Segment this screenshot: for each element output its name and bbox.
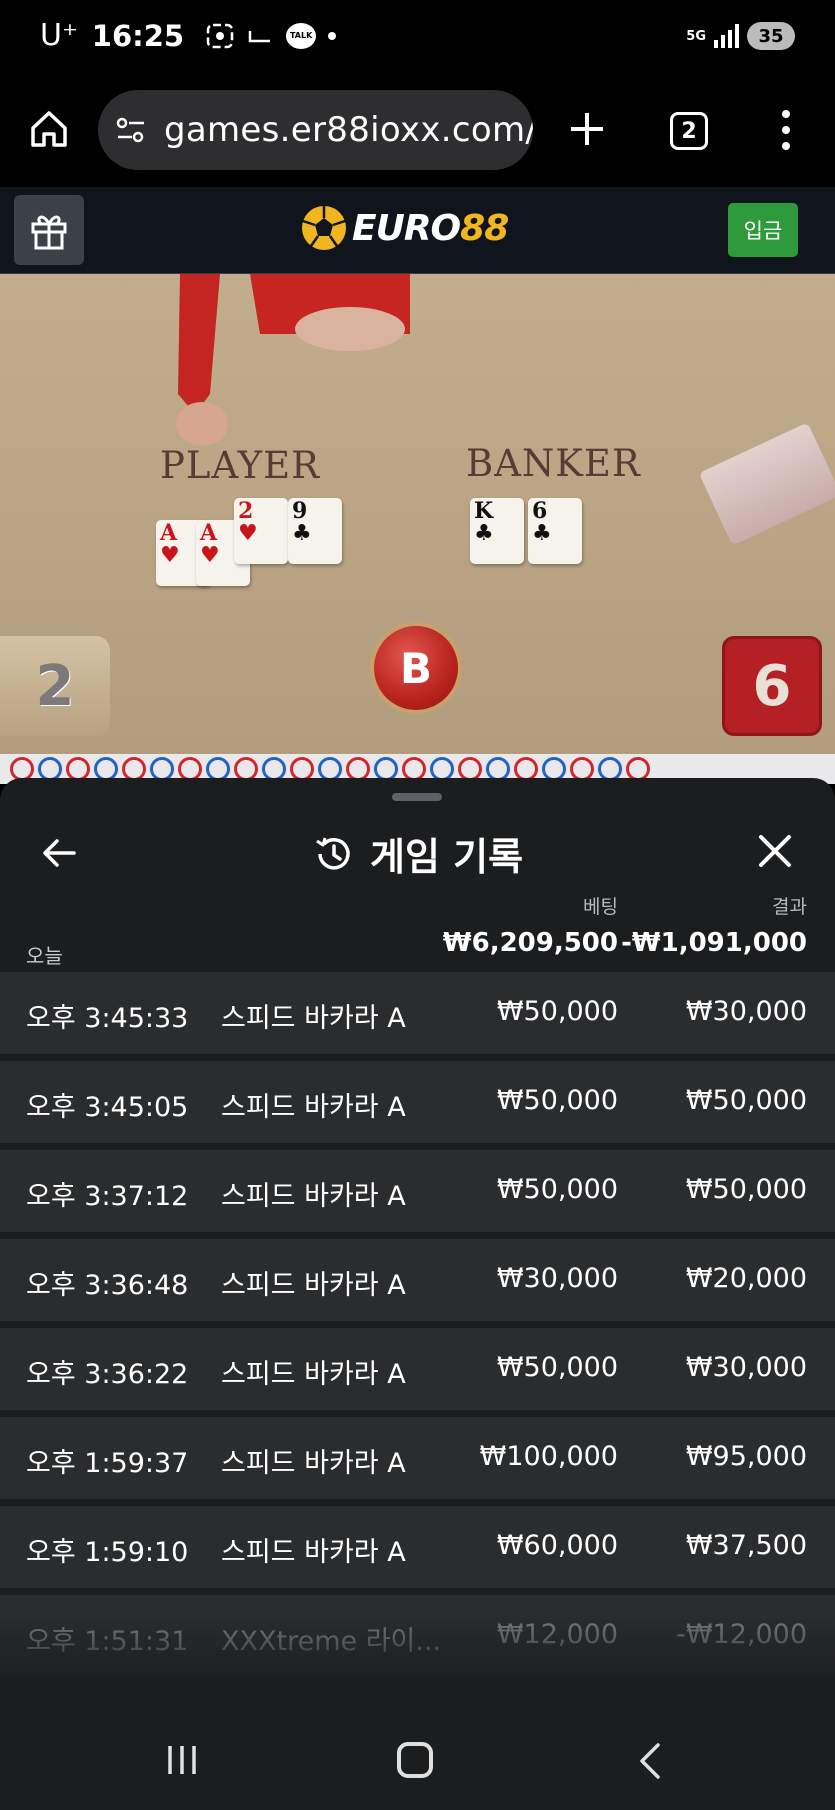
site-header: EURO88 입금 xyxy=(0,187,835,274)
recent-apps-icon[interactable] xyxy=(164,1744,200,1776)
address-bar[interactable]: games.er88ioxx.com/ xyxy=(98,90,533,170)
minus-icon xyxy=(248,30,271,42)
banker-area-label: BANKER xyxy=(466,442,641,485)
row-game-name: 스피드 바카라 A xyxy=(221,1181,406,1212)
row-game-name: 스피드 바카라 A xyxy=(221,1359,406,1390)
site-settings-icon[interactable] xyxy=(114,113,148,147)
browser-toolbar: games.er88ioxx.com/ 2 xyxy=(0,80,835,187)
history-row[interactable]: 오후 3:36:22 스피드 바카라 A ₩50,000 ₩30,000 xyxy=(0,1328,835,1410)
game-history-sheet: 게임 기록 베팅 결과 오늘 ₩6,209,500 -₩1,091,000 오후… xyxy=(0,778,835,1714)
card-rank: 6 xyxy=(532,498,548,524)
row-result-amount: ₩30,000 xyxy=(685,996,807,1027)
row-result-amount: ₩30,000 xyxy=(685,1352,807,1383)
column-header-bet: 베팅 xyxy=(583,896,618,918)
today-summary-row: 오늘 ₩6,209,500 -₩1,091,000 xyxy=(0,920,835,970)
row-bet-amount: ₩50,000 xyxy=(496,996,618,1027)
row-time: 오후 3:45:05 xyxy=(26,1092,189,1123)
row-result-amount: ₩50,000 xyxy=(685,1085,807,1116)
euro88-logo[interactable]: EURO88 xyxy=(300,201,509,255)
row-time: 오후 1:59:10 xyxy=(26,1537,189,1568)
live-game-video[interactable]: PLAYER BANKER A ♥ A ♥ 2 ♥ 9 ♣ K ♣ 6 ♣ 2 B 6 xyxy=(0,274,835,784)
history-row[interactable]: 오후 3:45:05 스피드 바카라 A ₩50,000 ₩50,000 xyxy=(0,1061,835,1143)
carrier-label: U⁺ xyxy=(40,18,78,53)
soccer-ball-icon xyxy=(302,206,346,250)
deposit-button[interactable]: 입금 xyxy=(728,203,798,257)
kakaotalk-icon: TALK xyxy=(286,22,317,49)
sheet-title: 게임 기록 xyxy=(370,835,524,879)
banker-result-marker: B xyxy=(370,622,462,714)
history-icon xyxy=(316,837,350,870)
card-rank: 9 xyxy=(292,498,308,524)
player-card: 9 ♣ xyxy=(288,498,342,564)
row-game-name: 스피드 바카라 A xyxy=(221,1003,406,1034)
card-suit: ♣ xyxy=(532,520,552,546)
logo-text-euro: EURO xyxy=(352,207,461,249)
row-game-name: 스피드 바카라 A xyxy=(221,1270,406,1301)
tab-switcher-button[interactable]: 2 xyxy=(670,112,708,150)
system-navigation-bar xyxy=(0,1714,835,1810)
sheet-drag-handle[interactable] xyxy=(392,793,442,801)
row-result-amount: ₩20,000 xyxy=(685,1263,807,1294)
logo-text-88: 88 xyxy=(460,207,509,249)
signal-icon xyxy=(714,24,739,48)
sheet-header: 게임 기록 xyxy=(0,812,835,896)
row-result-amount: ₩50,000 xyxy=(685,1174,807,1205)
more-menu-icon[interactable] xyxy=(774,110,798,150)
home-icon[interactable] xyxy=(28,108,70,150)
row-bet-amount: ₩50,000 xyxy=(496,1352,618,1383)
back-nav-icon[interactable] xyxy=(634,1742,666,1780)
status-bar: U⁺ 16:25 TALK 5G 35 xyxy=(0,0,835,80)
row-time: 오후 3:45:33 xyxy=(26,1003,189,1034)
row-game-name: 스피드 바카라 A xyxy=(221,1448,406,1479)
screenshot-icon xyxy=(206,23,234,48)
row-time: 오후 1:59:37 xyxy=(26,1448,189,1479)
card-rank: 2 xyxy=(238,498,254,524)
player-area-label: PLAYER xyxy=(160,444,320,487)
banker-card: 6 ♣ xyxy=(528,498,582,564)
card-shoe-image xyxy=(698,422,835,546)
card-suit: ♣ xyxy=(474,520,494,546)
summary-bet-total: ₩6,209,500 xyxy=(442,928,618,958)
summary-date-label: 오늘 xyxy=(26,944,63,968)
card-rank: K xyxy=(474,498,494,524)
row-game-name: 스피드 바카라 A xyxy=(221,1537,406,1568)
new-tab-icon[interactable] xyxy=(566,108,608,150)
gift-button[interactable] xyxy=(14,195,84,265)
row-time: 오후 3:37:12 xyxy=(26,1181,189,1212)
list-fade-overlay xyxy=(0,1614,835,1714)
row-bet-amount: ₩30,000 xyxy=(496,1263,618,1294)
row-time: 오후 3:36:48 xyxy=(26,1270,189,1301)
history-row[interactable]: 오후 3:36:48 스피드 바카라 A ₩30,000 ₩20,000 xyxy=(0,1239,835,1321)
card-suit: ♥ xyxy=(238,520,258,546)
player-score: 2 xyxy=(0,636,110,736)
home-nav-icon[interactable] xyxy=(397,1742,433,1778)
history-row[interactable]: 오후 1:59:10 스피드 바카라 A ₩60,000 ₩37,500 xyxy=(0,1506,835,1588)
network-type-label: 5G xyxy=(686,28,706,44)
gift-icon xyxy=(31,215,67,250)
row-bet-amount: ₩50,000 xyxy=(496,1174,618,1205)
row-bet-amount: ₩50,000 xyxy=(496,1085,618,1116)
player-card: 2 ♥ xyxy=(234,498,288,564)
close-icon[interactable] xyxy=(756,832,794,870)
row-result-amount: ₩95,000 xyxy=(685,1441,807,1472)
row-time: 오후 3:36:22 xyxy=(26,1359,189,1390)
url-text: games.er88ioxx.com/ xyxy=(164,110,533,150)
status-time: 16:25 xyxy=(91,18,185,53)
banker-card: K ♣ xyxy=(470,498,524,564)
history-row[interactable]: 오후 3:45:33 스피드 바카라 A ₩50,000 ₩30,000 xyxy=(0,972,835,1054)
banker-score: 6 xyxy=(722,636,822,736)
notification-dot-icon xyxy=(328,31,337,40)
back-arrow-icon[interactable] xyxy=(40,834,78,872)
battery-indicator: 35 xyxy=(747,22,795,50)
row-game-name: 스피드 바카라 A xyxy=(221,1092,406,1123)
row-result-amount: ₩37,500 xyxy=(685,1530,807,1561)
history-row[interactable]: 오후 1:59:37 스피드 바카라 A ₩100,000 ₩95,000 xyxy=(0,1417,835,1499)
summary-result-total: -₩1,091,000 xyxy=(621,928,807,958)
row-bet-amount: ₩60,000 xyxy=(496,1530,618,1561)
column-header-result: 결과 xyxy=(772,896,807,918)
history-list: 오후 3:45:33 스피드 바카라 A ₩50,000 ₩30,000 오후 3:45… xyxy=(0,972,835,1684)
row-bet-amount: ₩100,000 xyxy=(479,1441,618,1472)
history-row[interactable]: 오후 3:37:12 스피드 바카라 A ₩50,000 ₩50,000 xyxy=(0,1150,835,1232)
card-suit: ♣ xyxy=(292,520,312,546)
